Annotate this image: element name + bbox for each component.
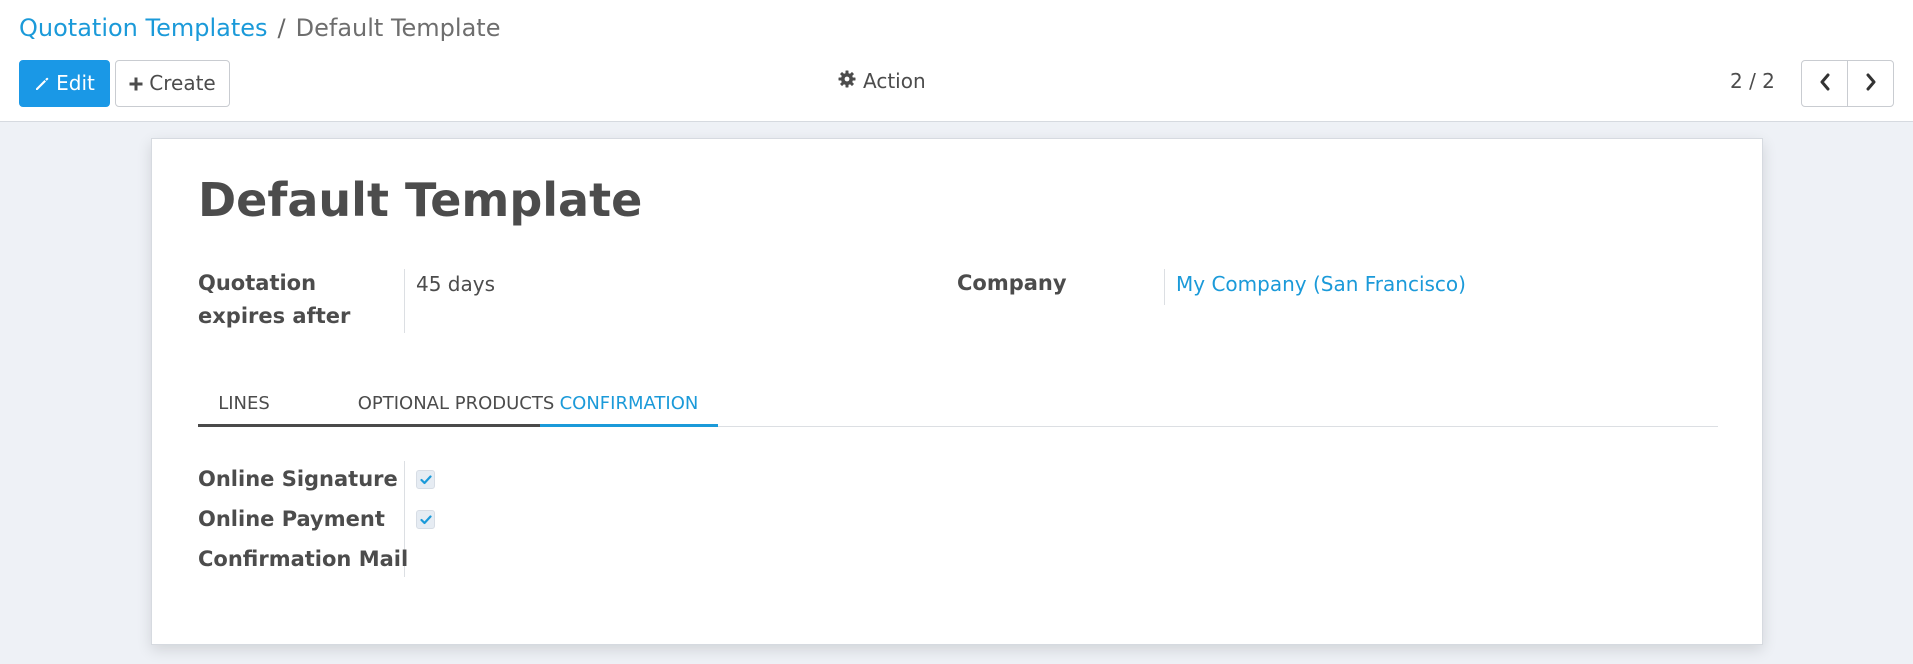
- edit-button-label: Edit: [56, 71, 95, 95]
- quotation-expires-value: 45 days: [416, 272, 496, 296]
- company-label: Company: [957, 271, 1067, 295]
- gear-icon: [838, 69, 856, 93]
- action-menu-label: Action: [863, 69, 926, 93]
- company-value-link[interactable]: My Company (San Francisco): [1176, 269, 1466, 299]
- notebook-tabs: LINES OPTIONAL PRODUCTS CONFIRMATION: [198, 381, 1718, 427]
- confirmation-mail-label: Confirmation Mail: [198, 547, 409, 571]
- online-payment-label: Online Payment: [198, 507, 385, 531]
- record-title: Default Template: [198, 173, 643, 227]
- action-menu-button[interactable]: Action: [838, 66, 926, 96]
- field-divider: [1164, 269, 1165, 305]
- form-sheet: Default Template Quotation expires after…: [151, 138, 1763, 645]
- tab-lines[interactable]: LINES: [198, 381, 290, 427]
- pencil-icon: [34, 76, 50, 92]
- plus-icon: [129, 77, 143, 91]
- checkmark-icon: [419, 470, 432, 489]
- breadcrumb-current: Default Template: [295, 14, 501, 42]
- tab-confirmation[interactable]: CONFIRMATION: [540, 381, 718, 427]
- online-signature-checkbox[interactable]: [416, 470, 435, 489]
- chevron-left-icon: [1818, 73, 1832, 95]
- create-button[interactable]: Create: [115, 60, 230, 107]
- pager-value[interactable]: 2 / 2: [1730, 66, 1775, 96]
- control-panel: Quotation Templates / Default Template Edi…: [0, 0, 1913, 122]
- create-button-label: Create: [149, 71, 216, 95]
- chevron-right-icon: [1864, 73, 1878, 95]
- breadcrumb-separator: /: [277, 14, 286, 42]
- breadcrumb-parent-link[interactable]: Quotation Templates: [19, 14, 268, 42]
- field-divider: [404, 269, 405, 333]
- quotation-expires-label: Quotation expires after: [198, 271, 351, 328]
- breadcrumb: Quotation Templates / Default Template: [19, 13, 500, 43]
- pager-previous-button[interactable]: [1801, 60, 1848, 107]
- online-payment-checkbox[interactable]: [416, 510, 435, 529]
- online-signature-label: Online Signature: [198, 467, 398, 491]
- edit-button[interactable]: Edit: [19, 60, 110, 107]
- checkmark-icon: [419, 510, 432, 529]
- pager-next-button[interactable]: [1847, 60, 1894, 107]
